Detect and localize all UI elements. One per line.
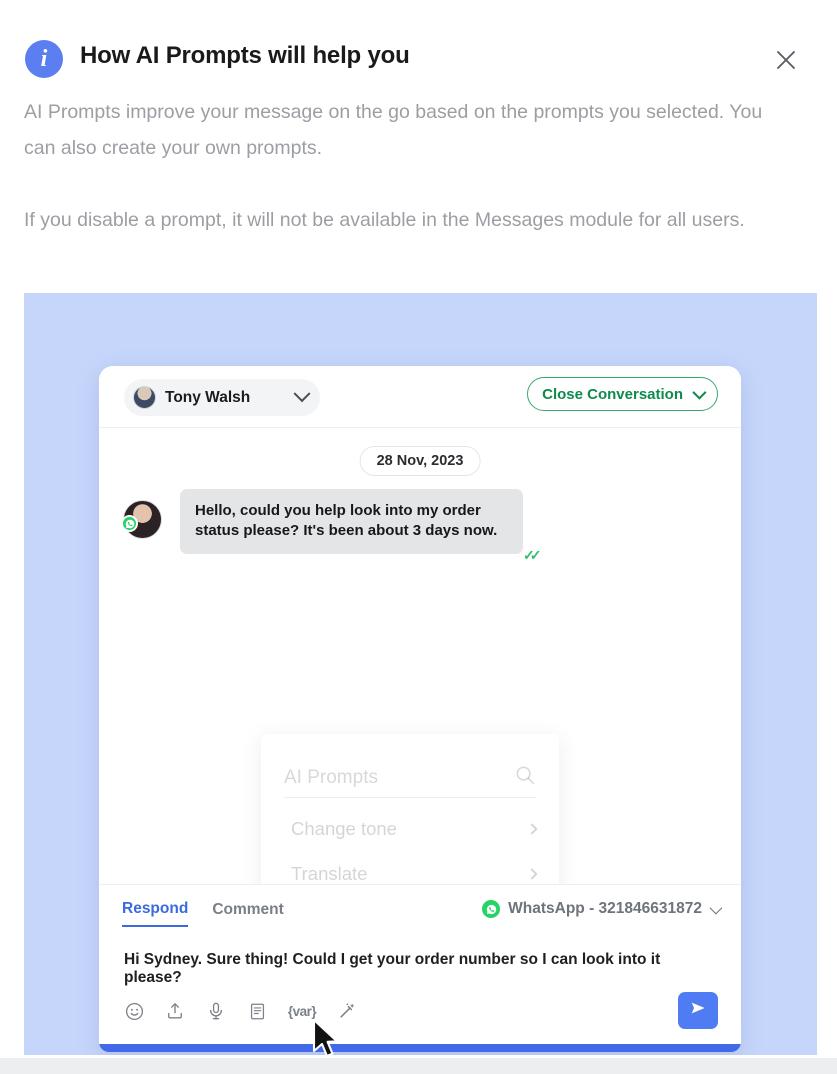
chevron-right-icon (526, 823, 538, 835)
send-icon (688, 998, 708, 1023)
close-conversation-button[interactable]: Close Conversation (527, 377, 718, 411)
date-divider: 28 Nov, 2023 (359, 446, 481, 476)
chat-preview-card: Tony Walsh Close Conversation 28 Nov, 20… (99, 366, 741, 1052)
upload-icon[interactable] (164, 1000, 186, 1022)
info-icon: i (25, 40, 63, 78)
bottom-strip (0, 1058, 837, 1074)
tab-comment[interactable]: Comment (212, 901, 283, 926)
ai-prompts-search[interactable]: AI Prompts (284, 758, 536, 798)
avatar (133, 386, 156, 409)
chevron-down-icon (709, 901, 723, 914)
ai-prompts-search-placeholder: AI Prompts (284, 766, 378, 788)
modal-body: AI Prompts improve your message on the g… (24, 94, 814, 238)
composer-tabs: Respond Comment (122, 900, 284, 927)
ai-prompt-item-change-tone[interactable]: Change tone (291, 814, 538, 844)
whatsapp-icon (482, 900, 501, 918)
illustration-panel: Tony Walsh Close Conversation 28 Nov, 20… (24, 293, 817, 1055)
message-bubble: Hello, could you help look into my order… (180, 489, 523, 554)
double-check-icon: ✓✓ (523, 547, 542, 563)
channel-label: WhatsApp - 321846631872 (508, 900, 702, 917)
emoji-icon[interactable] (123, 1000, 145, 1022)
modal-paragraph-1: AI Prompts improve your message on the g… (24, 101, 763, 159)
close-icon[interactable] (771, 45, 801, 75)
whatsapp-icon (121, 515, 138, 532)
message-draft-input[interactable]: Hi Sydney. Sure thing! Could I get your … (124, 951, 714, 987)
chevron-down-icon (293, 384, 311, 402)
page-root: i How AI Prompts will help you AI Prompt… (0, 0, 837, 1074)
search-icon (514, 764, 536, 791)
modal-header: i How AI Prompts will help you (0, 0, 837, 88)
modal-paragraph-2: If you disable a prompt, it will not be … (24, 209, 745, 231)
chat-topbar: Tony Walsh Close Conversation (99, 366, 741, 428)
contact-name: Tony Walsh (165, 388, 251, 406)
chevron-right-icon (526, 868, 538, 880)
contact-selector[interactable]: Tony Walsh (124, 379, 320, 416)
message-composer: Respond Comment WhatsApp - 321846631872 … (99, 884, 741, 1044)
ai-prompt-label: Translate (291, 863, 368, 884)
chevron-down-icon (692, 385, 707, 400)
ai-prompt-label: Change tone (291, 818, 397, 839)
mouse-cursor (311, 1018, 341, 1062)
send-button[interactable] (678, 992, 718, 1029)
close-conversation-label: Close Conversation (542, 385, 683, 403)
message-row: Hello, could you help look into my order… (121, 489, 717, 563)
microphone-icon[interactable] (205, 1000, 227, 1022)
tab-respond[interactable]: Respond (122, 900, 189, 927)
template-icon[interactable] (246, 1000, 268, 1022)
page-title: How AI Prompts will help you (80, 42, 410, 69)
channel-selector[interactable]: WhatsApp - 321846631872 (482, 900, 723, 918)
